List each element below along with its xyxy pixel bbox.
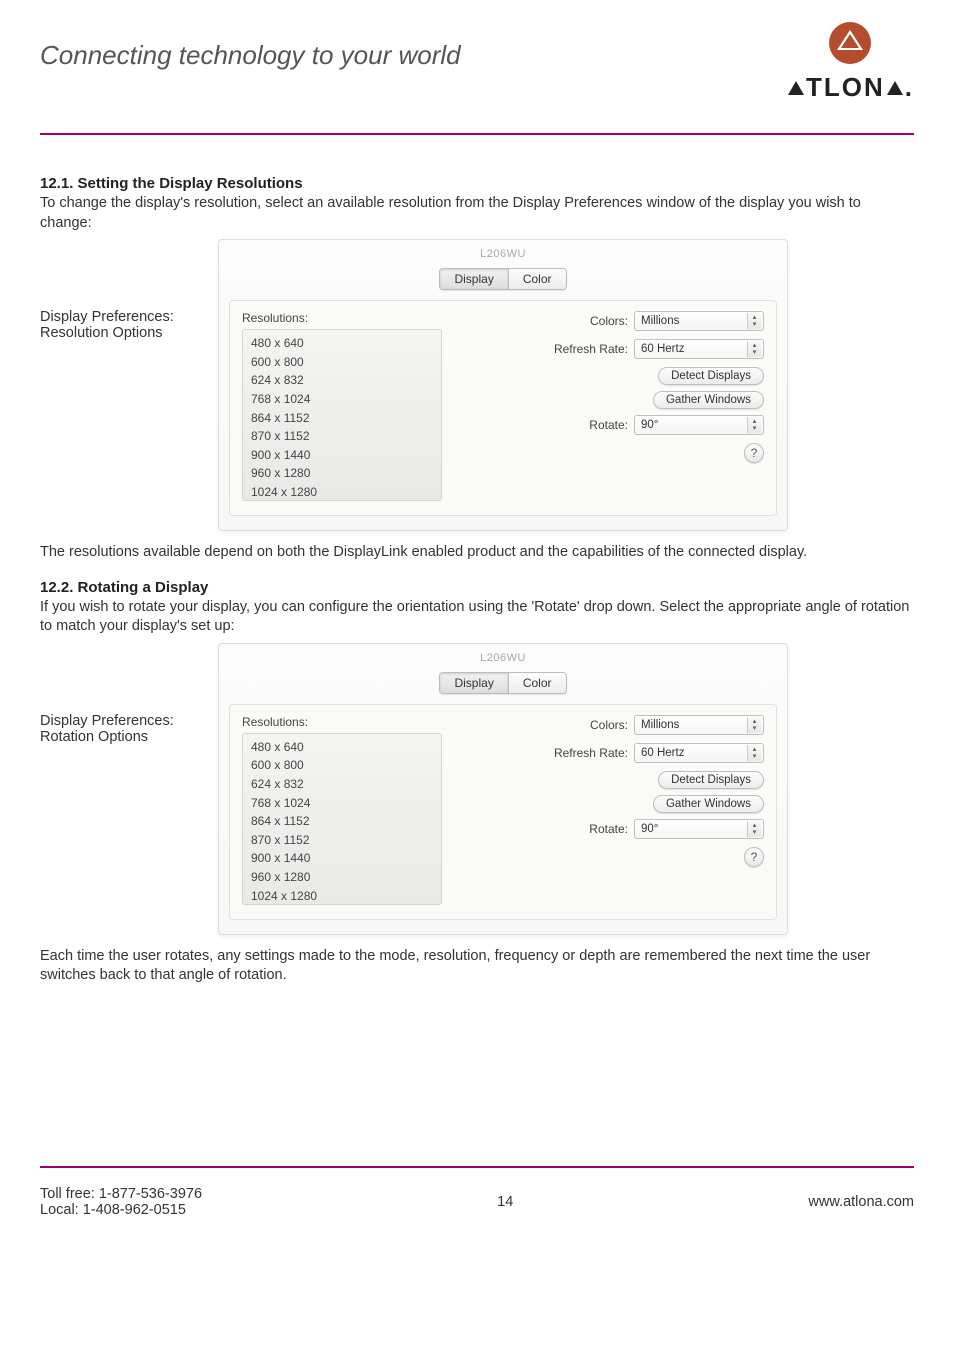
- list-item[interactable]: 1024 x 1280: [251, 887, 433, 905]
- rotate-select[interactable]: 90° ▴▾: [634, 415, 764, 435]
- rotate-label: Rotate:: [589, 822, 628, 836]
- list-item[interactable]: 480 x 640: [251, 334, 433, 353]
- list-item[interactable]: 960 x 1280: [251, 868, 433, 887]
- display-preferences-window: L206WU Display Color Resolutions: 480 x …: [218, 643, 788, 935]
- window-title: L206WU: [229, 246, 777, 268]
- display-panel: Resolutions: 480 x 640 600 x 800 624 x 8…: [229, 704, 777, 920]
- list-item[interactable]: 768 x 1024: [251, 390, 433, 409]
- page-header: Connecting technology to your world TLON…: [40, 20, 914, 135]
- list-item[interactable]: 960 x 1280: [251, 464, 433, 483]
- tab-color[interactable]: Color: [508, 673, 566, 693]
- figure-resolution-options: Display Preferences: Resolution Options …: [40, 239, 914, 531]
- list-item[interactable]: 864 x 1152: [251, 812, 433, 831]
- tab-bar: Display Color: [229, 672, 777, 694]
- section-12-1-intro: To change the display's resolution, sele…: [40, 194, 914, 233]
- resolutions-header: Resolutions:: [242, 715, 442, 729]
- list-item[interactable]: 600 x 800: [251, 756, 433, 775]
- list-item[interactable]: 900 x 1440: [251, 849, 433, 868]
- footer-phone: Toll free: 1-877-536-3976 Local: 1-408-9…: [40, 1186, 202, 1218]
- stepper-icon: ▴▾: [747, 745, 761, 761]
- colors-label: Colors:: [590, 314, 628, 328]
- triangle-icon: [788, 81, 804, 95]
- tab-bar: Display Color: [229, 268, 777, 290]
- resolutions-list[interactable]: 480 x 640 600 x 800 624 x 832 768 x 1024…: [242, 329, 442, 501]
- figure-side-label: Display Preferences: Resolution Options: [40, 239, 210, 341]
- atlona-mark-icon: [827, 20, 873, 66]
- resolutions-list[interactable]: 480 x 640 600 x 800 624 x 832 768 x 1024…: [242, 733, 442, 905]
- page-number: 14: [202, 1194, 808, 1210]
- rotate-label: Rotate:: [589, 418, 628, 432]
- tagline: Connecting technology to your world: [40, 40, 461, 71]
- section-12-2-intro: If you wish to rotate your display, you …: [40, 598, 914, 637]
- list-item[interactable]: 864 x 1152: [251, 409, 433, 428]
- brand-logo: TLON .: [786, 20, 914, 103]
- section-12-1-outro: The resolutions available depend on both…: [40, 543, 914, 563]
- colors-select[interactable]: Millions ▴▾: [634, 311, 764, 331]
- list-item[interactable]: 624 x 832: [251, 775, 433, 794]
- refresh-rate-select[interactable]: 60 Hertz ▴▾: [634, 743, 764, 763]
- detect-displays-button[interactable]: Detect Displays: [658, 367, 764, 385]
- triangle-icon: [887, 81, 903, 95]
- gather-windows-button[interactable]: Gather Windows: [653, 795, 764, 813]
- refresh-rate-select[interactable]: 60 Hertz ▴▾: [634, 339, 764, 359]
- list-item[interactable]: 870 x 1152: [251, 831, 433, 850]
- tab-color[interactable]: Color: [508, 269, 566, 289]
- colors-label: Colors:: [590, 718, 628, 732]
- refresh-rate-label: Refresh Rate:: [554, 342, 628, 356]
- detect-displays-button[interactable]: Detect Displays: [658, 771, 764, 789]
- brand-wordmark: TLON .: [786, 72, 914, 103]
- resolutions-header: Resolutions:: [242, 311, 442, 325]
- refresh-rate-label: Refresh Rate:: [554, 746, 628, 760]
- help-button[interactable]: ?: [744, 847, 764, 867]
- tab-display[interactable]: Display: [440, 673, 507, 693]
- section-12-1-title: 12.1. Setting the Display Resolutions: [40, 175, 914, 192]
- display-panel: Resolutions: 480 x 640 600 x 800 624 x 8…: [229, 300, 777, 516]
- tab-display[interactable]: Display: [440, 269, 507, 289]
- section-12-2-title: 12.2. Rotating a Display: [40, 579, 914, 596]
- list-item[interactable]: 900 x 1440: [251, 446, 433, 465]
- section-12-2-outro: Each time the user rotates, any settings…: [40, 947, 914, 986]
- figure-rotation-options: Display Preferences: Rotation Options L2…: [40, 643, 914, 935]
- gather-windows-button[interactable]: Gather Windows: [653, 391, 764, 409]
- help-button[interactable]: ?: [744, 443, 764, 463]
- footer-url: www.atlona.com: [808, 1194, 914, 1210]
- list-item[interactable]: 1024 x 1280: [251, 483, 433, 501]
- window-title: L206WU: [229, 650, 777, 672]
- stepper-icon: ▴▾: [747, 417, 761, 433]
- rotate-select[interactable]: 90° ▴▾: [634, 819, 764, 839]
- list-item[interactable]: 600 x 800: [251, 353, 433, 372]
- page-footer: Toll free: 1-877-536-3976 Local: 1-408-9…: [40, 1166, 914, 1218]
- list-item[interactable]: 480 x 640: [251, 738, 433, 757]
- list-item[interactable]: 870 x 1152: [251, 427, 433, 446]
- figure-side-label: Display Preferences: Rotation Options: [40, 643, 210, 745]
- stepper-icon: ▴▾: [747, 717, 761, 733]
- colors-select[interactable]: Millions ▴▾: [634, 715, 764, 735]
- stepper-icon: ▴▾: [747, 341, 761, 357]
- list-item[interactable]: 768 x 1024: [251, 794, 433, 813]
- stepper-icon: ▴▾: [747, 821, 761, 837]
- stepper-icon: ▴▾: [747, 313, 761, 329]
- list-item[interactable]: 624 x 832: [251, 371, 433, 390]
- display-preferences-window: L206WU Display Color Resolutions: 480 x …: [218, 239, 788, 531]
